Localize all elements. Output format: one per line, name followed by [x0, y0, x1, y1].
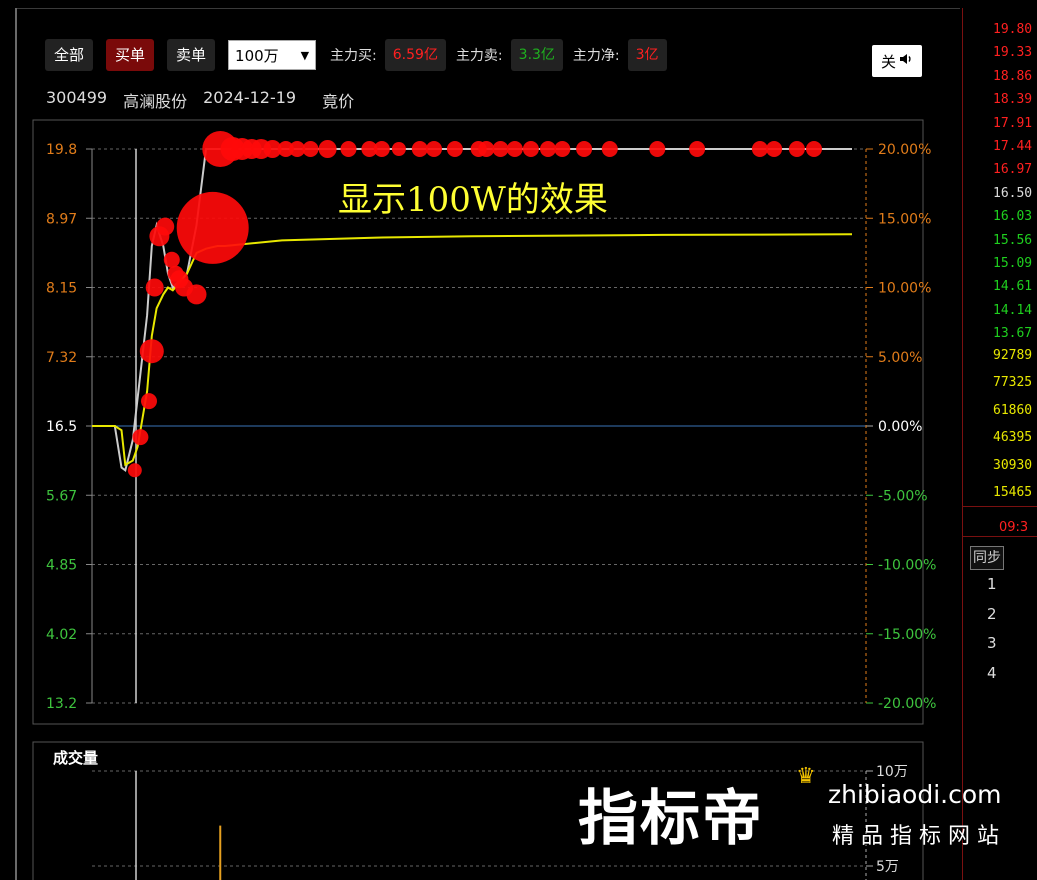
left-tick-label: 13.2 [46, 696, 77, 712]
big-order-bubble [145, 278, 164, 297]
right-tick-label: 15.00% [878, 211, 931, 227]
big-order-bubble [492, 141, 509, 157]
right-tick-label: -5.00% [878, 488, 928, 504]
big-order-bubble [186, 284, 207, 305]
price-level: 18.39 [993, 92, 1033, 108]
big-order-bubble [788, 141, 805, 157]
price-level: 17.91 [993, 115, 1033, 131]
price-level: 16.50 [993, 185, 1033, 201]
big-order-bubble [806, 141, 822, 157]
big-order-bubble [649, 141, 666, 157]
left-tick-label: 4.02 [46, 627, 77, 643]
right-tick-label: 5.00% [878, 350, 922, 366]
left-tick-label: 4.85 [46, 558, 77, 574]
watermark-subtitle: 精品指标网站 [832, 824, 1007, 849]
big-order-bubble [391, 142, 406, 156]
price-level: 15.09 [993, 256, 1033, 271]
app-window: 全部 买单 卖单 100万 ▼ 主力买: 6.59亿 主力卖: 3.3亿 主力净… [0, 0, 1037, 880]
big-order-bubble [522, 141, 539, 157]
big-order-bubble [163, 251, 180, 268]
watermark-main: 指标帝 [578, 784, 764, 854]
left-tick-label: 8.15 [46, 281, 77, 297]
price-chart: 19.8 20.00% 8.97 15.00% 8.15 10.00% 7.32 5.00% 1… [32, 119, 936, 880]
volume-label: 成交量 [53, 749, 98, 767]
right-tick-label: -20.00% [878, 696, 936, 712]
big-order-bubble [318, 140, 337, 158]
right-tick-label: -15.00% [878, 627, 936, 643]
big-order-bubble [141, 393, 157, 410]
price-level: 15.56 [993, 232, 1033, 248]
left-tick-label: 16.5 [46, 419, 77, 435]
big-order-bubble [478, 141, 495, 157]
big-order-bubble [302, 141, 319, 157]
right-tick-label: 0.00% [878, 419, 922, 435]
order-index: 1 [987, 575, 997, 593]
volume-level: 77325 [993, 375, 1033, 391]
volume-level: 46395 [993, 430, 1033, 446]
big-order-bubble [576, 141, 593, 157]
big-order-bubble [176, 191, 249, 264]
big-order-bubble [601, 141, 618, 157]
big-order-bubble [411, 141, 428, 157]
order-index: 3 [987, 634, 997, 652]
volume-level: 15465 [993, 485, 1033, 500]
volume-level: 30930 [993, 457, 1033, 473]
right-panel-divider [963, 536, 1037, 537]
big-order-bubble [156, 217, 175, 236]
big-order-bubble [139, 339, 164, 364]
right-panel-time: 09:3 [999, 520, 1029, 535]
chart-annotation: 显示100W的效果 [338, 180, 608, 220]
big-order-bubble [540, 141, 556, 157]
left-tick-label: 5.67 [46, 488, 77, 504]
order-index: 4 [987, 663, 997, 682]
watermark: 指标帝 ♛ zhibiaodi.com 精品指标网站 [578, 764, 1037, 880]
left-tick-label: 19.8 [46, 142, 77, 158]
watermark-url: zhibiaodi.com [828, 780, 1002, 809]
price-level: 16.03 [993, 209, 1033, 225]
order-index: 2 [987, 604, 997, 623]
price-level: 14.61 [993, 279, 1033, 295]
left-tick-label: 7.32 [46, 350, 77, 366]
volume-level: 92789 [993, 348, 1033, 363]
right-tick-label: 10.00% [878, 281, 931, 297]
right-panel: 09:3 同步 19.80 19.33 18.86 18.39 17.91 17.44 16… [963, 8, 1037, 880]
left-tick-label: 8.97 [46, 211, 77, 227]
price-level: 19.33 [993, 45, 1033, 61]
price-level: 18.86 [993, 68, 1033, 84]
big-order-bubble [132, 429, 149, 446]
price-level: 17.44 [993, 139, 1033, 154]
big-order-bubble [127, 463, 142, 478]
price-level: 16.97 [993, 162, 1033, 178]
big-order-bubble [426, 141, 442, 157]
avg-price-line [92, 233, 853, 467]
big-order-bubble [751, 141, 768, 157]
price-level: 13.67 [993, 326, 1033, 342]
volume-level: 61860 [993, 402, 1033, 418]
big-order-bubble [340, 141, 357, 157]
price-level: 14.14 [993, 302, 1033, 318]
crown-icon: ♛ [796, 764, 816, 789]
right-panel-divider [963, 506, 1037, 507]
big-order-bubble [766, 141, 783, 157]
right-tick-label: 20.00% [878, 142, 931, 158]
big-order-bubble [689, 141, 706, 157]
sync-button[interactable]: 同步 [970, 546, 1004, 570]
big-order-bubble [554, 141, 571, 157]
right-tick-label: -10.00% [878, 558, 936, 574]
big-order-bubble [446, 141, 463, 157]
big-order-bubble [373, 141, 390, 157]
big-order-bubble [506, 141, 523, 157]
price-level: 19.80 [993, 22, 1033, 37]
